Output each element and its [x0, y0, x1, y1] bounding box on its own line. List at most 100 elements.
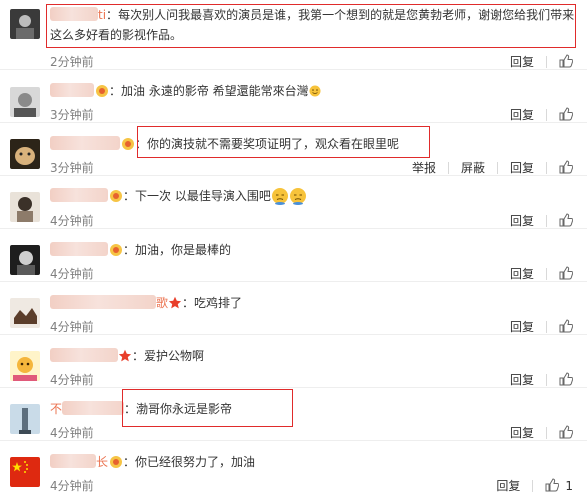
divider — [496, 161, 498, 174]
comment-text: 下一次 以最佳导演入围吧 — [135, 189, 271, 203]
divider — [546, 55, 547, 68]
thumbs-up-icon — [559, 107, 573, 121]
comment-text: 爱护公物啊 — [144, 349, 205, 363]
username[interactable] — [50, 136, 120, 150]
like-button[interactable] — [559, 160, 573, 175]
comment-actions: 回复 — [510, 265, 573, 282]
reply-button[interactable]: 回复 — [510, 212, 534, 229]
comment-item: ：加油，你是最棒的 4分钟前 回复 — [0, 229, 587, 282]
vip-badge-icon — [122, 138, 134, 150]
comment-text-line: 歌：吃鸡排了 — [50, 294, 573, 313]
reply-button[interactable]: 回复 — [510, 53, 534, 70]
pensive-face-emoji — [289, 188, 306, 205]
comment-time: 4分钟前 — [50, 267, 94, 281]
star-icon — [168, 296, 182, 309]
comment-time: 3分钟前 — [50, 161, 94, 175]
thumbs-up-icon — [559, 266, 573, 280]
avatar[interactable] — [10, 298, 40, 328]
comment-actions: 回复 — [510, 212, 573, 229]
comment-item: ：加油 永遠的影帝 希望還能常來台灣 3分钟前 回复 — [0, 70, 587, 123]
star-icon — [118, 349, 132, 362]
comment-item: ：爱护公物啊 4分钟前 回复 — [0, 335, 587, 388]
username-head[interactable]: 不 — [50, 402, 62, 416]
comment-text-line: ：下一次 以最佳导演入围吧 — [50, 187, 573, 206]
highlight-box — [46, 4, 576, 48]
block-button[interactable]: 屏蔽 — [461, 159, 485, 176]
username[interactable] — [62, 401, 125, 415]
reply-button[interactable]: 回复 — [510, 371, 534, 388]
username[interactable] — [50, 295, 156, 309]
comment-text: 加油，你是最棒的 — [135, 243, 232, 257]
comment-text-line: ：加油，你是最棒的 — [50, 241, 573, 260]
divider — [546, 426, 547, 439]
thumbs-up-icon — [559, 319, 573, 333]
reply-button[interactable]: 回复 — [510, 265, 534, 282]
avatar[interactable] — [10, 457, 40, 487]
like-button[interactable] — [559, 319, 573, 334]
comment-text-line: 长：你已经很努力了，加油 — [50, 453, 573, 472]
comment-text-line: ：加油 永遠的影帝 希望還能常來台灣 — [50, 82, 573, 101]
comment-actions: 回复 — [510, 424, 573, 441]
like-button[interactable] — [559, 54, 573, 69]
like-count: 1 — [565, 479, 573, 493]
vip-badge-icon — [110, 190, 122, 202]
vip-badge-icon — [96, 85, 108, 97]
avatar[interactable] — [10, 404, 40, 434]
divider — [546, 161, 547, 174]
comment-text-line: ：爱护公物啊 — [50, 347, 573, 366]
divider — [546, 373, 547, 386]
like-button[interactable]: 1 — [545, 478, 573, 493]
username[interactable] — [50, 83, 94, 97]
reply-button[interactable]: 回复 — [510, 318, 534, 335]
like-button[interactable] — [559, 213, 573, 228]
smile-emoji — [309, 85, 321, 97]
thumbs-up-icon — [559, 54, 573, 68]
comment-time: 4分钟前 — [50, 320, 94, 334]
comment-time: 4分钟前 — [50, 373, 94, 387]
comment-item: ：下一次 以最佳导演入围吧 4分钟前 回复 — [0, 176, 587, 229]
reply-button[interactable]: 回复 — [496, 477, 520, 494]
comment-actions: 回复 1 — [496, 477, 573, 494]
thumbs-up-icon — [559, 372, 573, 386]
avatar[interactable] — [10, 192, 40, 222]
comment-time: 3分钟前 — [50, 108, 94, 122]
like-button[interactable] — [559, 107, 573, 122]
username-tail[interactable]: 歌 — [156, 296, 168, 310]
divider — [546, 267, 547, 280]
username[interactable] — [50, 188, 108, 202]
username-tail[interactable]: 长 — [96, 455, 108, 469]
comment-time: 4分钟前 — [50, 426, 94, 440]
reply-button[interactable]: 回复 — [510, 159, 534, 176]
like-button[interactable] — [559, 372, 573, 387]
divider — [447, 161, 449, 174]
avatar[interactable] — [10, 351, 40, 381]
comment-text: 吃鸡排了 — [194, 296, 243, 310]
comment-item: 长：你已经很努力了，加油 4分钟前 回复 1 — [0, 441, 587, 497]
divider — [546, 214, 547, 227]
username[interactable] — [50, 454, 96, 468]
avatar[interactable] — [10, 87, 40, 117]
comment-item: 歌：吃鸡排了 4分钟前 回复 — [0, 282, 587, 335]
report-button[interactable]: 举报 — [412, 159, 436, 176]
pensive-face-emoji — [271, 188, 288, 205]
like-button[interactable] — [559, 266, 573, 281]
avatar[interactable] — [10, 139, 40, 169]
like-button[interactable] — [559, 425, 573, 440]
comment-time: 2分钟前 — [50, 55, 94, 69]
thumbs-up-icon — [559, 213, 573, 227]
reply-button[interactable]: 回复 — [510, 424, 534, 441]
comment-actions: 回复 — [510, 53, 573, 70]
username[interactable] — [50, 242, 108, 256]
highlight-box — [137, 126, 430, 158]
comment-time: 4分钟前 — [50, 479, 94, 493]
username[interactable] — [50, 348, 118, 362]
thumbs-up-icon — [559, 160, 573, 174]
avatar[interactable] — [10, 245, 40, 275]
comment-actions: 回复 — [510, 371, 573, 388]
comment-time: 4分钟前 — [50, 214, 94, 228]
comment-actions: 回复 — [510, 106, 573, 123]
avatar[interactable] — [10, 9, 40, 39]
comment-actions: 回复 — [510, 318, 573, 335]
reply-button[interactable]: 回复 — [510, 106, 534, 123]
comment-item: 不：渤哥你永远是影帝 4分钟前 回复 — [0, 388, 587, 441]
